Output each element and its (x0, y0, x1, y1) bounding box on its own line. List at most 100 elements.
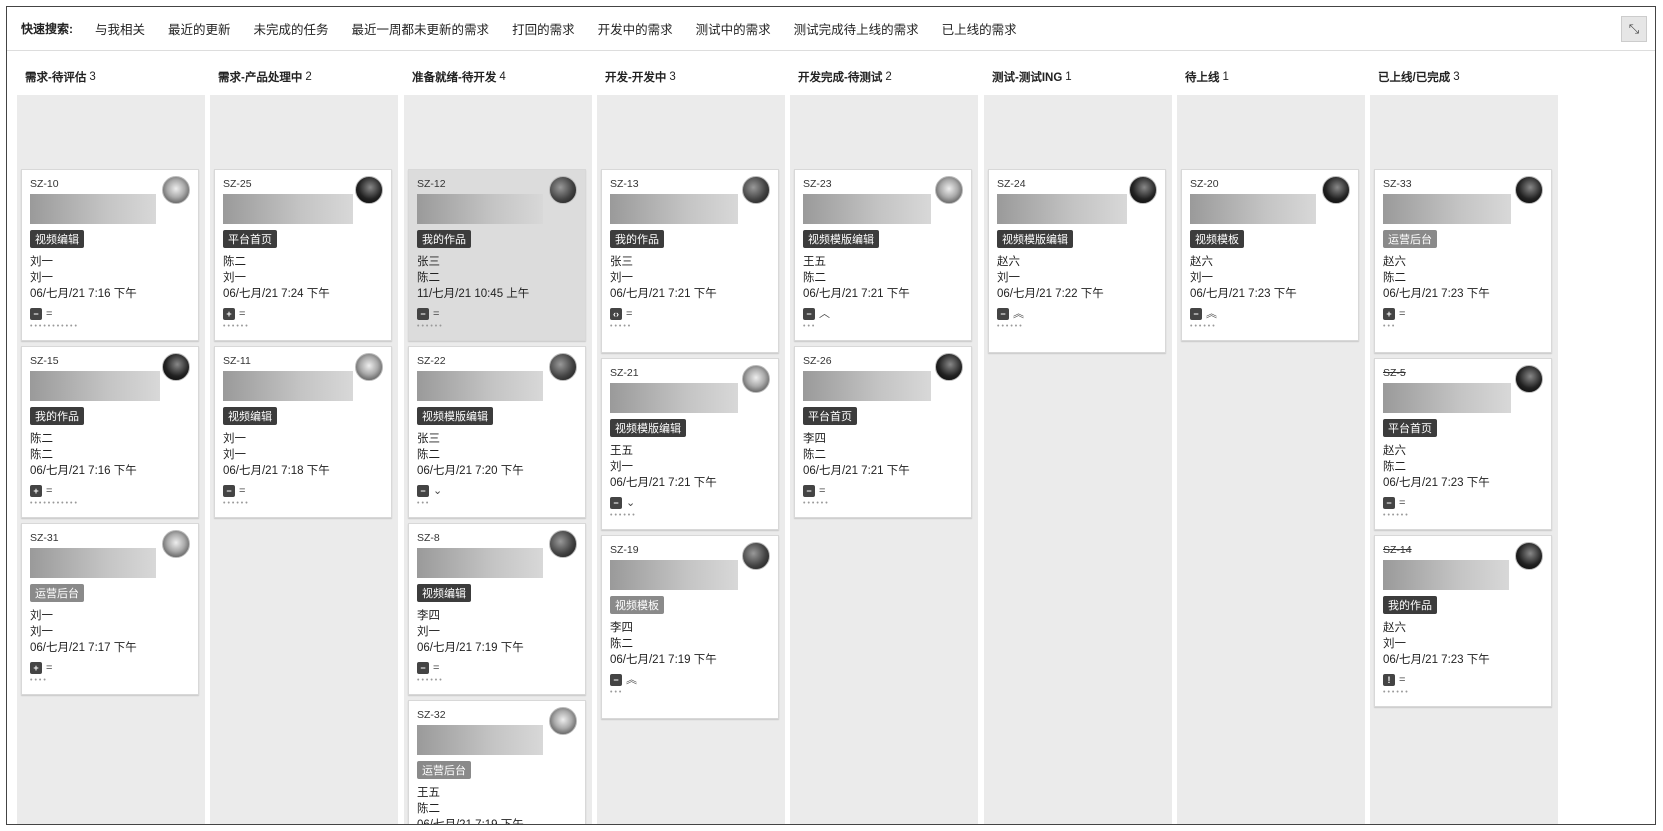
blurred-summary (417, 725, 543, 755)
quick-filter-stale[interactable]: 最近一周都未更新的需求 (352, 19, 490, 38)
issue-card[interactable]: SZ-8 视频编辑 李四 刘一 06/七月/21 7:19 下午 − = •••••• (408, 523, 586, 695)
assignee-name: 赵六 (1383, 622, 1406, 634)
blurred-summary (1383, 383, 1511, 413)
priority-icon: = (46, 485, 53, 497)
assignee-avatar (1515, 365, 1543, 393)
issue-card[interactable]: SZ-12 我的作品 张三 陈二 11/七月/21 10:45 上午 − = •••••• (408, 169, 586, 341)
issue-card[interactable]: SZ-20 视频模板 赵六 刘一 06/七月/21 7:23 下午 − ︽ •••••• (1181, 169, 1359, 341)
blurred-summary (997, 194, 1127, 224)
blurred-summary (1383, 560, 1509, 590)
epic-label: 视频编辑 (223, 407, 277, 425)
issue-card[interactable]: SZ-32运营后台王五陈二06/七月/21 7:19 下午−= (408, 700, 586, 824)
reporter-name: 刘一 (1383, 638, 1406, 650)
issue-card[interactable]: SZ-5 平台首页 赵六 陈二 06/七月/21 7:23 下午 − = •••••• (1374, 358, 1552, 530)
epic-label: 视频编辑 (30, 230, 84, 248)
priority-icon: ︽ (1013, 308, 1024, 320)
column-title: 测试-测试ING (992, 72, 1063, 84)
issue-card[interactable]: SZ-24 视频模版编辑 赵六 刘一 06/七月/21 7:22 下午 − ︽ •••••• (988, 169, 1166, 353)
assignee-name: 张三 (417, 256, 440, 268)
quick-filter-mine[interactable]: 与我相关 (95, 19, 145, 38)
issue-type-icon: − (417, 662, 429, 674)
assignee-name: 张三 (417, 433, 440, 445)
assignee-avatar (355, 176, 383, 204)
issue-card[interactable]: SZ-23 视频模版编辑 王五 陈二 06/七月/21 7:21 下午 − ︿ ••• (794, 169, 972, 341)
column-body: SZ-24 视频模版编辑 赵六 刘一 06/七月/21 7:22 下午 − ︽ •••••• (984, 95, 1172, 824)
updated-date: 06/七月/21 7:23 下午 (1190, 288, 1297, 300)
card-icons: + = (30, 662, 192, 674)
assignee-name: 赵六 (1383, 256, 1406, 268)
epic-label: 视频模版编辑 (997, 230, 1073, 248)
issue-card[interactable]: SZ-31 运营后台 刘一 刘一 06/七月/21 7:17 下午 + = •••• (21, 523, 199, 695)
priority-icon: ︽ (1206, 308, 1217, 320)
issue-card[interactable]: SZ-10 视频编辑 刘一 刘一 06/七月/21 7:16 下午 − = •••••••••… (21, 169, 199, 341)
blurred-summary (803, 194, 931, 224)
epic-label: 视频模版编辑 (610, 419, 686, 437)
reporter-name: 陈二 (1383, 461, 1406, 473)
issue-type-icon: + (223, 308, 235, 320)
issue-card[interactable]: SZ-26 平台首页 李四 陈二 06/七月/21 7:21 下午 − = •••••• (794, 346, 972, 518)
assignee-name: 刘一 (223, 433, 246, 445)
priority-icon: = (46, 662, 53, 674)
priority-icon: = (433, 662, 440, 674)
column: 需求-产品处理中 2 SZ-25 平台首页 陈二 刘一 06/七月/21 7:24 下午 + =… (210, 59, 398, 824)
reporter-name: 刘一 (1190, 272, 1213, 284)
column-count: 2 (885, 71, 892, 83)
epic-label: 我的作品 (417, 230, 471, 248)
blurred-summary (803, 371, 931, 401)
issue-type-icon: − (997, 308, 1009, 320)
column-body: SZ-20 视频模板 赵六 刘一 06/七月/21 7:23 下午 − ︽ •••••• (1177, 95, 1365, 824)
card-icons: − ⌄ (610, 497, 772, 509)
updated-date: 06/七月/21 7:23 下午 (1383, 477, 1490, 489)
card-icons: − ⌄ (417, 485, 579, 497)
collapse-button[interactable]: ⤡ (1621, 16, 1647, 42)
blurred-summary (417, 194, 543, 224)
quick-filter-released[interactable]: 已上线的需求 (942, 19, 1017, 38)
assignee-avatar (549, 530, 577, 558)
issue-card[interactable]: SZ-15 我的作品 陈二 陈二 06/七月/21 7:16 下午 + = •••••••••… (21, 346, 199, 518)
column: 开发完成-待测试 2 SZ-23 视频模版编辑 王五 陈二 06/七月/21 7:21 下午… (790, 59, 978, 824)
column: 需求-待评估 3 SZ-10 视频编辑 刘一 刘一 06/七月/21 7:16 下午 − = ••… (17, 59, 205, 824)
reporter-name: 陈二 (30, 449, 53, 461)
issue-card[interactable]: SZ-21 视频模版编辑 王五 刘一 06/七月/21 7:21 下午 − ⌄ •••••• (601, 358, 779, 530)
assignee-name: 李四 (803, 433, 826, 445)
column-header: 已上线/已完成 3 (1370, 59, 1558, 95)
assignee-name: 李四 (417, 610, 440, 622)
column-body: SZ-33 运营后台 赵六 陈二 06/七月/21 7:23 下午 + = ••• SZ-5 平台… (1370, 95, 1558, 824)
issue-card[interactable]: SZ-22 视频模版编辑 张三 陈二 06/七月/21 7:20 下午 − ⌄ ••• (408, 346, 586, 518)
updated-date: 06/七月/21 7:17 下午 (30, 642, 137, 654)
card-icons: − ︽ (1190, 308, 1352, 320)
issue-card[interactable]: SZ-25 平台首页 陈二 刘一 06/七月/21 7:24 下午 + = •••••• (214, 169, 392, 341)
progress-dots: ••••••••••• (30, 500, 79, 507)
reporter-name: 刘一 (997, 272, 1020, 284)
progress-dots: •••••• (223, 500, 250, 507)
quick-filter-rejected[interactable]: 打回的需求 (512, 19, 575, 38)
issue-card[interactable]: SZ-14 我的作品 赵六 刘一 06/七月/21 7:23 下午! = •••••• (1374, 535, 1552, 707)
updated-date: 06/七月/21 7:21 下午 (803, 465, 910, 477)
priority-icon: = (1399, 674, 1406, 686)
progress-dots: •••• (30, 677, 48, 684)
priority-icon: ⌄ (626, 497, 636, 509)
column-body: SZ-23 视频模版编辑 王五 陈二 06/七月/21 7:21 下午 − ︿ ••• SZ-2… (790, 95, 978, 824)
issue-card[interactable]: SZ-13 我的作品 张三 刘一 06/七月/21 7:21 下午 ‹› = ••••• (601, 169, 779, 353)
quick-filter-unfinished[interactable]: 未完成的任务 (254, 19, 329, 38)
blurred-summary (1190, 194, 1316, 224)
issue-card[interactable]: SZ-33 运营后台 赵六 陈二 06/七月/21 7:23 下午 + = ••• (1374, 169, 1552, 353)
assignee-name: 王五 (610, 445, 633, 457)
column-title: 开发-开发中 (605, 72, 667, 84)
card-icons: − = (803, 485, 965, 497)
quick-filter-ready-release[interactable]: 测试完成待上线的需求 (794, 19, 919, 38)
card-icons: − ︿ (803, 308, 965, 320)
assignee-name: 赵六 (1383, 445, 1406, 457)
quick-filter-in-test[interactable]: 测试中的需求 (696, 19, 771, 38)
kanban-board: 需求-待评估 3 SZ-10 视频编辑 刘一 刘一 06/七月/21 7:16 下午 − = ••… (13, 59, 1653, 824)
epic-label: 平台首页 (223, 230, 277, 248)
assignee-name: 王五 (417, 787, 440, 799)
quick-filter-recent[interactable]: 最近的更新 (168, 19, 231, 38)
issue-card[interactable]: SZ-11 视频编辑 刘一 刘一 06/七月/21 7:18 下午 − = •••••• (214, 346, 392, 518)
updated-date: 06/七月/21 7:21 下午 (610, 477, 717, 489)
issue-card[interactable]: SZ-19 视频模板 李四 陈二 06/七月/21 7:19 下午 − ︽ ••• (601, 535, 779, 719)
column-title: 需求-待评估 (25, 72, 87, 84)
blurred-summary (610, 560, 738, 590)
quick-filter-in-dev[interactable]: 开发中的需求 (598, 19, 673, 38)
assignee-avatar (742, 176, 770, 204)
